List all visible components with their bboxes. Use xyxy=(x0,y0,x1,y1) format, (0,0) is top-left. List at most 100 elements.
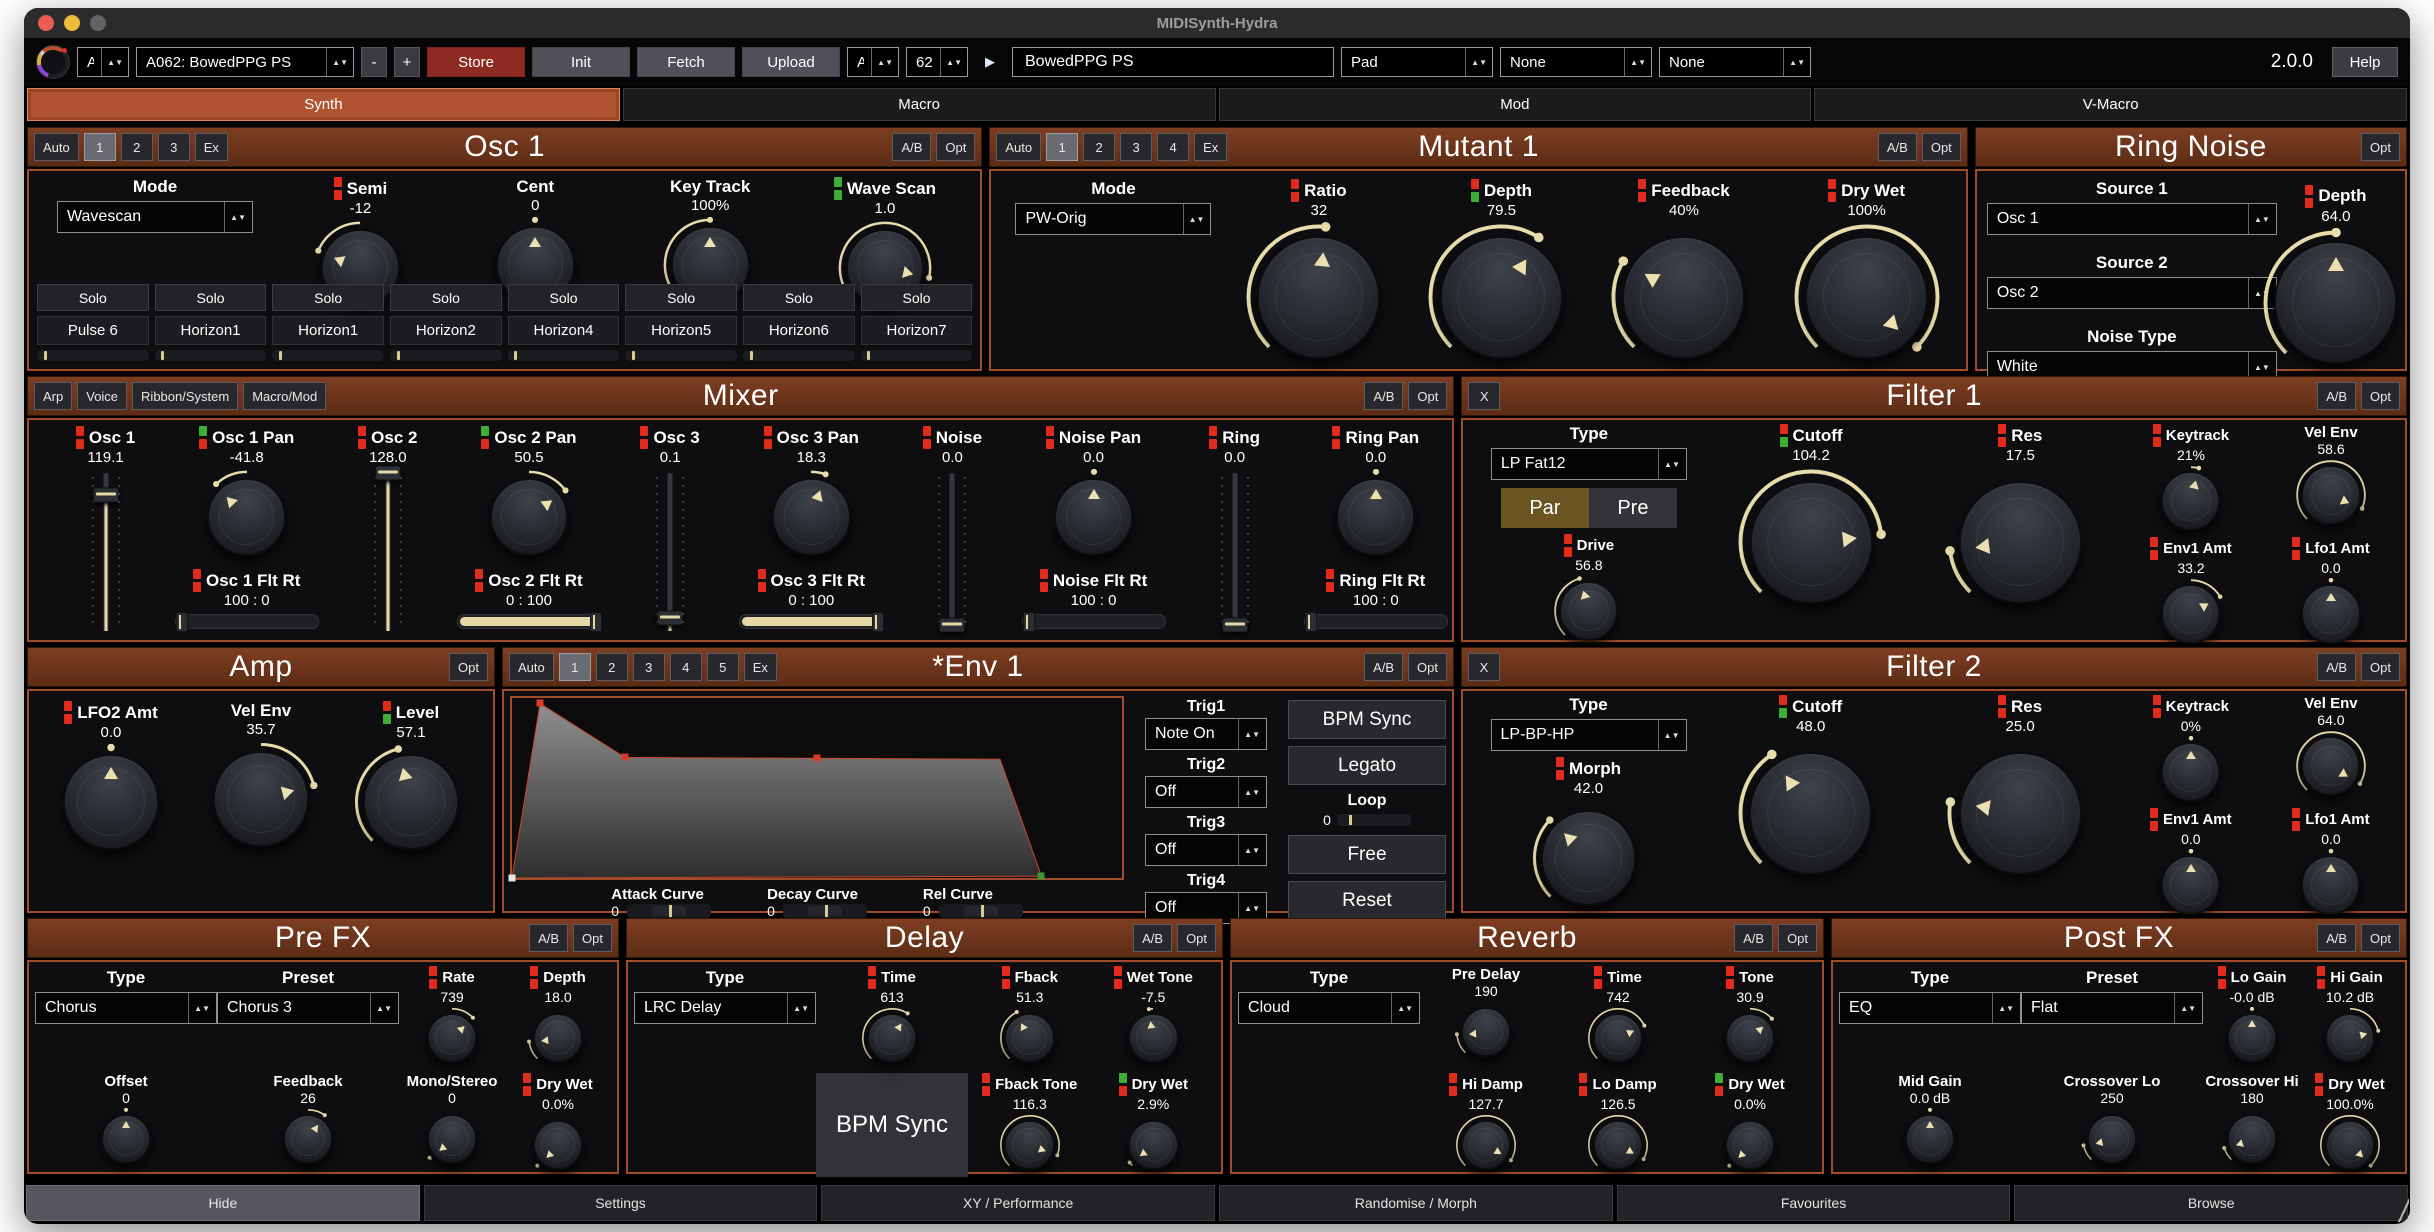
delay-bpm-sync-button[interactable]: BPM Sync xyxy=(816,1073,968,1177)
prefx-ab-button[interactable]: A/B xyxy=(529,924,568,952)
mutant1-ab-button[interactable]: A/B xyxy=(1878,133,1917,161)
knob-control-osc-1-pan[interactable] xyxy=(199,469,295,565)
stepper-arrows-icon[interactable]: ▲▼ xyxy=(326,48,348,76)
env1-header-button-1[interactable]: 1 xyxy=(559,653,591,681)
knob-control-ring-pan[interactable] xyxy=(1328,469,1424,565)
filter-routing-slider[interactable] xyxy=(739,614,883,629)
bank-select[interactable]: A ▲▼ xyxy=(77,47,129,77)
knob-control-keytrack[interactable] xyxy=(2155,736,2227,808)
level-slider-osc-1[interactable] xyxy=(89,473,123,631)
wave-select-horizon4[interactable]: Horizon4 xyxy=(508,316,620,345)
reverb-type-select[interactable]: Cloud ▲▼ xyxy=(1238,992,1420,1024)
preset-select[interactable]: A062: BowedPPG PS ▲▼ xyxy=(136,47,354,77)
knob-control-env1-amt[interactable] xyxy=(2155,578,2227,650)
curve-slider[interactable] xyxy=(939,904,1023,918)
knob-control-crossover-hi[interactable] xyxy=(2221,1108,2283,1170)
knob-control-env1-amt[interactable] xyxy=(2155,849,2227,921)
mutant1-opt-button[interactable]: Opt xyxy=(1922,133,1961,161)
mixer-header-button-arp[interactable]: Arp xyxy=(34,382,72,410)
wave-level-slider[interactable] xyxy=(37,350,149,361)
tab-synth[interactable]: Synth xyxy=(27,88,620,121)
wave-select-pulse-6[interactable]: Pulse 6 xyxy=(37,316,149,345)
maximize-icon[interactable] xyxy=(90,15,106,31)
solo-button[interactable]: Solo xyxy=(861,284,973,311)
filter1-pre-button[interactable]: Pre xyxy=(1589,488,1677,528)
prefx-opt-button[interactable]: Opt xyxy=(573,924,612,952)
knob-control-drive[interactable] xyxy=(1553,575,1625,647)
mutant1-header-button-auto[interactable]: Auto xyxy=(996,133,1041,161)
preset-next-button[interactable]: + xyxy=(394,47,420,77)
delay-ab-button[interactable]: A/B xyxy=(1133,924,1172,952)
mutant1-mode-select[interactable]: PW-Orig ▲▼ xyxy=(1015,203,1211,235)
level-slider-osc-3[interactable] xyxy=(653,473,687,631)
close-icon[interactable] xyxy=(38,15,54,31)
help-button[interactable]: Help xyxy=(2332,47,2398,77)
reverb-ab-button[interactable]: A/B xyxy=(1734,924,1773,952)
osc1-header-button-ex[interactable]: Ex xyxy=(195,133,228,161)
postfx-type-select[interactable]: EQ ▲▼ xyxy=(1839,992,2021,1024)
mutant1-header-button-3[interactable]: 3 xyxy=(1120,133,1152,161)
wave-select-horizon1[interactable]: Horizon1 xyxy=(155,316,267,345)
level-slider-noise[interactable] xyxy=(935,473,969,631)
knob-control-feedback[interactable] xyxy=(277,1108,339,1170)
tab-v-macro[interactable]: V-Macro xyxy=(1814,88,2407,121)
filter2-ab-button[interactable]: A/B xyxy=(2317,653,2356,681)
filter-routing-slider[interactable] xyxy=(457,614,601,629)
filter1-type-select[interactable]: LP Fat12 ▲▼ xyxy=(1491,448,1687,480)
knob-control-fback[interactable] xyxy=(999,1007,1061,1069)
env1-header-button-2[interactable]: 2 xyxy=(596,653,628,681)
knob-control-time[interactable] xyxy=(1587,1007,1649,1069)
category-select[interactable]: Pad ▲▼ xyxy=(1341,47,1493,77)
env1-trig2-select[interactable]: Off▲▼ xyxy=(1145,776,1267,808)
knob-control-mid-gain[interactable] xyxy=(1899,1108,1961,1170)
knob-control-lo-gain[interactable] xyxy=(2221,1007,2283,1069)
ringnoise-source-1-select[interactable]: Osc 1▲▼ xyxy=(1987,203,2277,235)
solo-button[interactable]: Solo xyxy=(625,284,737,311)
env1-loop-slider[interactable] xyxy=(1337,814,1411,826)
env1-reset-button[interactable]: Reset xyxy=(1288,881,1446,920)
stepper-arrows-icon[interactable]: ▲▼ xyxy=(188,993,210,1023)
osc1-header-button-3[interactable]: 3 xyxy=(158,133,190,161)
knob-control-lfo2-amt[interactable] xyxy=(53,744,169,860)
prefx-type-select[interactable]: Chorus ▲▼ xyxy=(35,992,217,1024)
filter-routing-slider[interactable] xyxy=(175,614,319,629)
stepper-arrows-icon[interactable]: ▲▼ xyxy=(1238,835,1260,865)
envelope-handle[interactable] xyxy=(621,754,628,761)
env1-ab-button[interactable]: A/B xyxy=(1364,653,1403,681)
knob-control-res[interactable] xyxy=(1945,738,2095,888)
prefx-preset-select[interactable]: Chorus 3 ▲▼ xyxy=(217,992,399,1024)
env1-header-button-3[interactable]: 3 xyxy=(633,653,665,681)
knob-control-lfo1-amt[interactable] xyxy=(2295,578,2367,650)
filter1-ab-button[interactable]: A/B xyxy=(2317,382,2356,410)
footer-button-hide[interactable]: Hide xyxy=(26,1185,420,1221)
solo-button[interactable]: Solo xyxy=(155,284,267,311)
env1-header-button-auto[interactable]: Auto xyxy=(509,653,554,681)
knob-control-vel-env[interactable] xyxy=(2295,459,2367,531)
env1-opt-button[interactable]: Opt xyxy=(1408,653,1447,681)
filter2-bypass-button[interactable]: X xyxy=(1468,653,1500,681)
delay-type-select[interactable]: LRC Delay ▲▼ xyxy=(634,992,816,1024)
filter2-opt-button[interactable]: Opt xyxy=(2361,653,2400,681)
amp-opt-button[interactable]: Opt xyxy=(449,653,488,681)
patch-name-field[interactable]: BowedPPG PS xyxy=(1012,47,1334,77)
stepper-arrows-icon[interactable]: ▲▼ xyxy=(1624,48,1646,76)
knob-control-morph[interactable] xyxy=(1531,800,1647,916)
init-button[interactable]: Init xyxy=(532,47,630,77)
store-button[interactable]: Store xyxy=(427,47,525,77)
footer-button-browse[interactable]: Browse xyxy=(2014,1185,2408,1221)
minimize-icon[interactable] xyxy=(64,15,80,31)
filter-routing-slider[interactable] xyxy=(1304,614,1448,629)
stepper-arrows-icon[interactable]: ▲▼ xyxy=(1391,993,1413,1023)
filter1-par-button[interactable]: Par xyxy=(1501,488,1589,528)
stepper-arrows-icon[interactable]: ▲▼ xyxy=(1183,204,1205,234)
midi-number-select[interactable]: 62 ▲▼ xyxy=(906,47,968,77)
env1-free-button[interactable]: Free xyxy=(1288,835,1446,874)
osc1-mode-select[interactable]: Wavescan ▲▼ xyxy=(57,201,253,233)
stepper-arrows-icon[interactable]: ▲▼ xyxy=(1238,719,1260,749)
stepper-arrows-icon[interactable]: ▲▼ xyxy=(1658,720,1680,750)
stepper-arrows-icon[interactable]: ▲▼ xyxy=(787,993,809,1023)
knob-control-dry-wet[interactable] xyxy=(2319,1114,2381,1176)
wave-level-slider[interactable] xyxy=(390,350,502,361)
mixer-header-button-ribbon-system[interactable]: Ribbon/System xyxy=(132,382,238,410)
knob-control-vel-env[interactable] xyxy=(203,741,319,857)
